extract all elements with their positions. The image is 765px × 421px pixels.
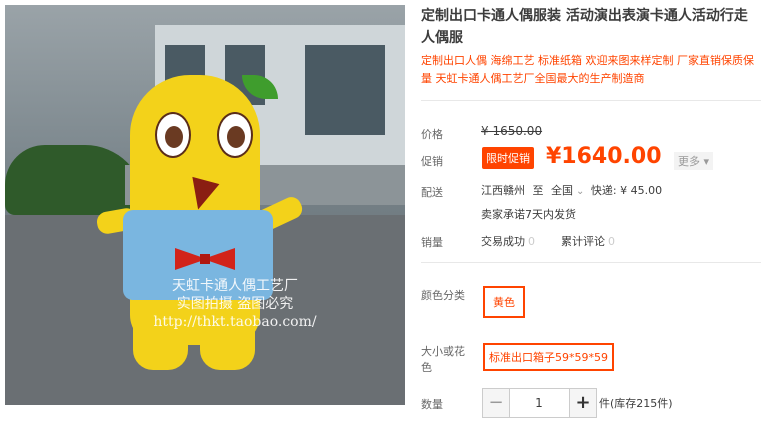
image-watermark: 天虹卡通人偶工艺厂 实图拍摄 盗图必究 http://thkt.taobao.c… — [135, 277, 335, 331]
product-title: 定制出口卡通人偶服装 活动演出表演卡通人活动行走人偶服 — [421, 8, 748, 46]
bowtie-icon — [175, 248, 235, 270]
ship-to-word: 至 — [532, 184, 544, 197]
more-label: 更多 — [678, 155, 700, 168]
quantity-input[interactable]: 1 — [509, 388, 569, 418]
color-label: 颜色分类 — [421, 289, 465, 302]
express-fee: 快递: ¥ 45.00 — [590, 184, 663, 197]
quantity-label: 数量 — [421, 398, 443, 411]
mascot-eye-right — [217, 112, 253, 158]
size-label: 大小或花色 — [421, 345, 465, 374]
shipping-info: 江西赣州 至 全国 ⌄ 快递: ¥ 45.00 — [481, 182, 662, 198]
deals-value: 0 — [528, 235, 535, 248]
ship-from: 江西赣州 — [481, 184, 525, 197]
stock-info: 件(库存215件) — [599, 397, 673, 410]
ship-to-selector[interactable]: 全国 — [551, 184, 573, 197]
price-label: 价格 — [421, 128, 443, 141]
product-subtitle: 定制出口人偶 海绵工艺 标准纸箱 欢迎来图来样定制 厂家直销保质保量 天虹卡通人… — [421, 54, 754, 85]
chevron-down-icon[interactable]: ⌄ — [576, 186, 584, 197]
size-option-standard-box[interactable]: 标准出口箱子59*59*59 — [483, 343, 614, 371]
original-price: ¥ 1650.00 — [481, 124, 543, 138]
reviews-value: 0 — [608, 235, 615, 248]
divider — [421, 100, 761, 101]
sales-label: 销量 — [421, 236, 443, 249]
door — [305, 45, 385, 135]
divider — [421, 262, 761, 263]
chevron-down-icon: ▾ — [703, 155, 710, 168]
watermark-line: 实图拍摄 盗图必究 — [176, 296, 294, 312]
promo-price: ¥1640.00 — [546, 144, 662, 169]
more-promotions-button[interactable]: 更多 ▾ — [674, 152, 714, 170]
bushes — [5, 145, 145, 215]
quantity-decrease-button[interactable]: − — [482, 388, 510, 418]
mascot-eye-left — [155, 112, 191, 158]
shipping-label: 配送 — [421, 186, 443, 199]
watermark-line: http://thkt.taobao.com/ — [153, 314, 317, 330]
promo-label: 促销 — [421, 155, 443, 168]
product-image[interactable]: 天虹卡通人偶工艺厂 实图拍摄 盗图必究 http://thkt.taobao.c… — [5, 5, 405, 405]
promo-badge: 限时促销 — [482, 147, 534, 169]
deals-label: 交易成功 — [481, 235, 525, 248]
reviews-label: 累计评论 — [561, 235, 605, 248]
quantity-increase-button[interactable]: + — [569, 388, 597, 418]
deals-count: 交易成功 0 — [481, 233, 535, 249]
delivery-promise: 卖家承诺7天内发货 — [481, 208, 576, 221]
watermark-line: 天虹卡通人偶工艺厂 — [172, 278, 298, 294]
reviews-count[interactable]: 累计评论 0 — [561, 233, 615, 249]
color-option-yellow[interactable]: 黄色 — [483, 286, 525, 318]
